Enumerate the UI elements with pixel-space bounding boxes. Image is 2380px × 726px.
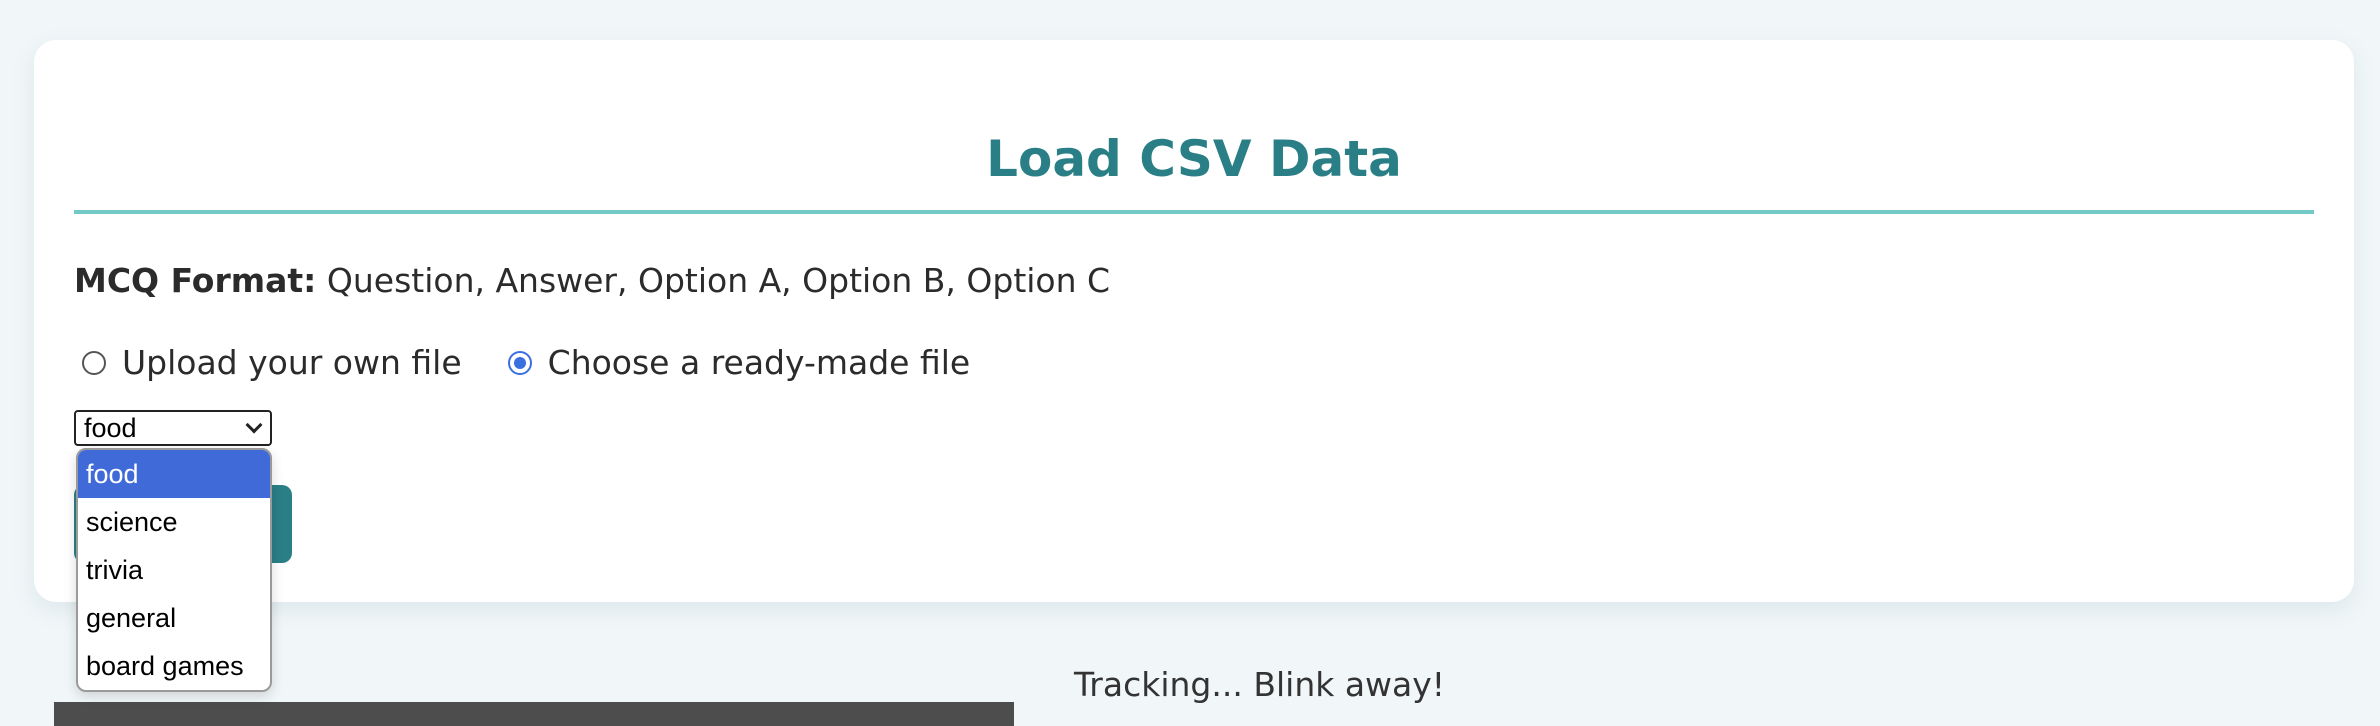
radio-upload-label[interactable]: Upload your own file: [122, 340, 462, 386]
load-csv-card: Load CSV Data MCQ Format: Question, Answ…: [34, 40, 2354, 602]
dropdown-option-science[interactable]: science: [78, 498, 270, 546]
select-current-value: food: [84, 413, 137, 443]
chevron-down-icon: [245, 416, 263, 434]
tracking-status-text: Tracking... Blink away!: [1074, 665, 1446, 704]
dropdown-option-food[interactable]: food: [78, 450, 270, 498]
title-divider: [74, 210, 2314, 214]
webcam-video-feed: [54, 702, 1014, 726]
dropdown-option-general[interactable]: general: [78, 594, 270, 642]
radio-ready-made-label[interactable]: Choose a ready-made file: [548, 340, 971, 386]
radio-upload-button[interactable]: [82, 351, 106, 376]
radio-upload-own-file[interactable]: Upload your own file: [82, 340, 462, 386]
page-title: Load CSV Data: [986, 130, 1402, 188]
radio-ready-made-file[interactable]: Choose a ready-made file: [507, 340, 971, 386]
mcq-format-label: MCQ Format:: [74, 261, 317, 300]
mcq-format-value: Question, Answer, Option A, Option B, Op…: [316, 261, 1111, 300]
select-dropdown-list: food science trivia general board games: [76, 448, 272, 692]
radio-ready-made-button[interactable]: [507, 351, 532, 376]
mcq-format-line: MCQ Format: Question, Answer, Option A, …: [74, 258, 1110, 304]
source-radio-group: Upload your own file Choose a ready-made…: [82, 340, 1016, 386]
dropdown-option-board-games[interactable]: board games: [78, 642, 270, 690]
dropdown-option-trivia[interactable]: trivia: [78, 546, 270, 594]
ready-made-file-select[interactable]: food: [74, 410, 272, 446]
